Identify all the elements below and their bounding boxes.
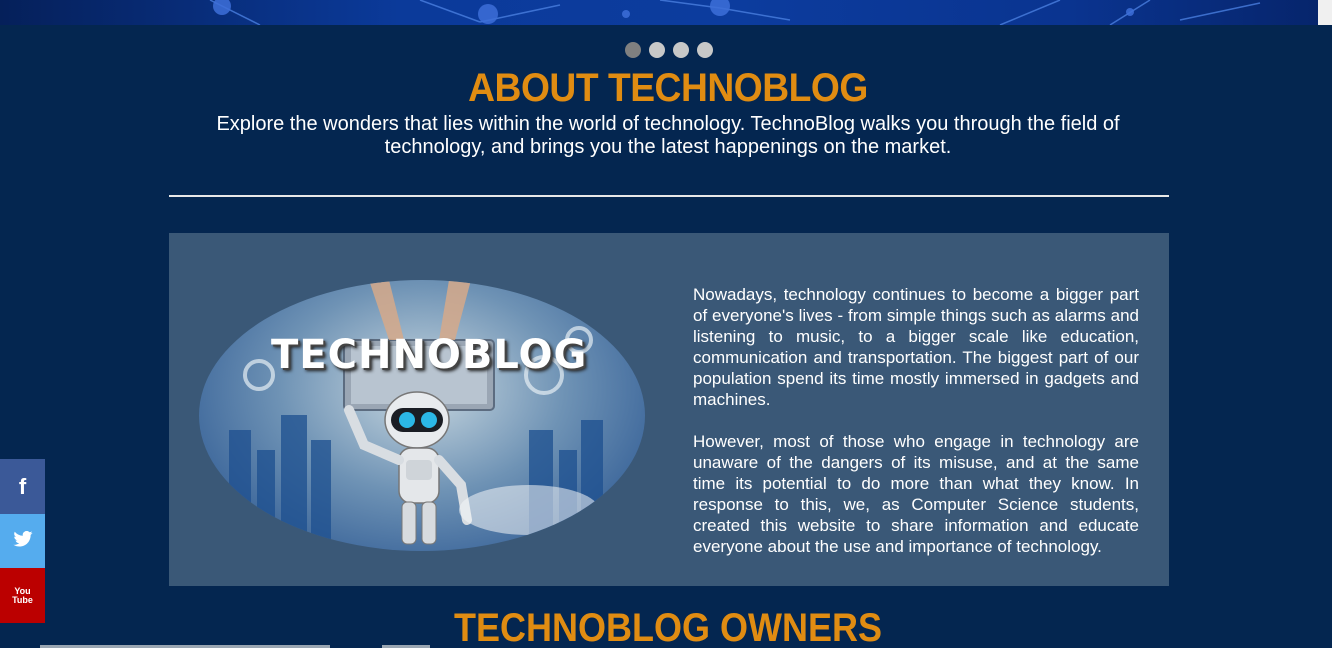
- section-divider: [169, 195, 1169, 197]
- about-paragraph-2: However, most of those who engage in tec…: [693, 432, 1139, 556]
- youtube-icon: You Tube: [12, 586, 33, 605]
- carousel-dots: [625, 42, 713, 58]
- carousel-dot-2[interactable]: [649, 42, 665, 58]
- about-title: ABOUT TECHNOBLOG: [468, 66, 868, 110]
- youtube-icon-tube: Tube: [12, 594, 33, 605]
- owners-title: TECHNOBLOG OWNERS: [453, 606, 882, 648]
- technoblog-banner-image: TECHNOBLOG: [199, 280, 645, 551]
- about-panel: TECHNOBLOG Nowadays, technology continue…: [169, 233, 1169, 586]
- twitter-icon: [12, 530, 33, 552]
- social-sidebar: f You Tube: [0, 459, 45, 623]
- facebook-link[interactable]: f: [0, 459, 45, 514]
- carousel-dot-4[interactable]: [697, 42, 713, 58]
- scrollbar-track[interactable]: [1318, 0, 1332, 25]
- youtube-link[interactable]: You Tube: [0, 568, 45, 623]
- carousel-dot-3[interactable]: [673, 42, 689, 58]
- facebook-icon: f: [18, 473, 27, 499]
- about-paragraph-1: Nowadays, technology continues to become…: [693, 285, 1139, 409]
- about-description: Nowadays, technology continues to become…: [693, 284, 1139, 557]
- about-subtitle: Explore the wonders that lies within the…: [216, 113, 1120, 158]
- image-brand-text: TECHNOBLOG: [271, 332, 588, 378]
- twitter-link[interactable]: [0, 514, 45, 568]
- carousel-dot-1[interactable]: [625, 42, 641, 58]
- top-banner-image: [0, 0, 1332, 25]
